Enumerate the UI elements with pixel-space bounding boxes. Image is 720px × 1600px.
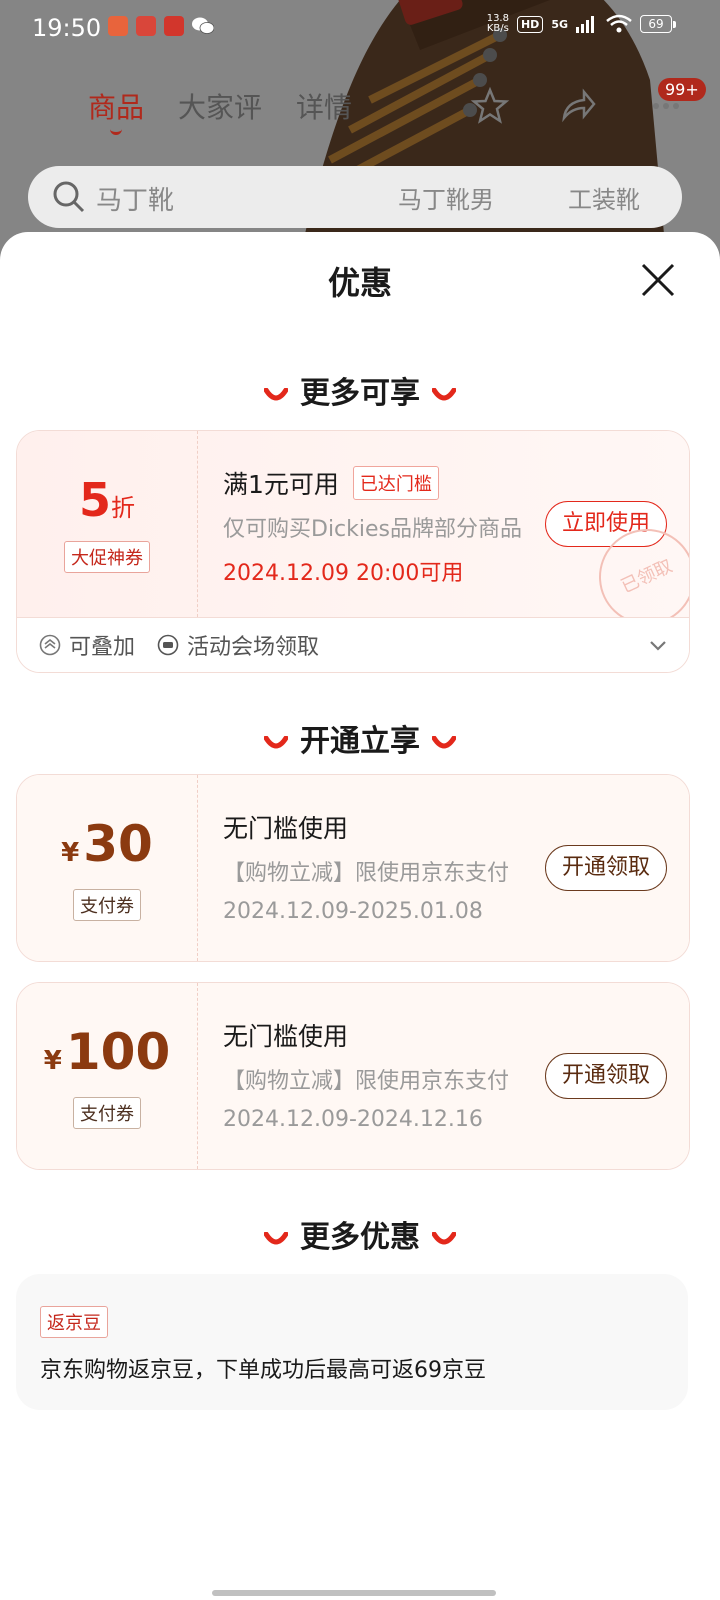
coupon-title: 无门槛使用	[223, 814, 349, 843]
venue-claim-info: 活动会场领取	[157, 629, 319, 661]
section-heading: 更多可享	[0, 368, 720, 412]
message-count-badge: 99+	[658, 78, 706, 101]
coupon-description: 【购物立减】限使用京东支付	[223, 1069, 510, 1094]
coupon-discount-value: 5	[78, 473, 111, 527]
coupon-description: 仅可购买Dickies品牌部分商品	[223, 517, 522, 542]
system-status: 13.8 KB/s HD 5G 69	[487, 14, 676, 34]
coupon-body: ¥30 支付券 无门槛使用 【购物立减】限使用京东支付 2024.12.09-2…	[17, 775, 689, 961]
header-actions	[470, 86, 686, 126]
coupon-info: 无门槛使用 【购物立减】限使用京东支付 2024.12.09-2024.12.1…	[223, 1017, 533, 1132]
ticket-icon	[157, 634, 179, 656]
app-notification-icon	[108, 16, 128, 36]
coupon-discount-unit: 折	[111, 494, 135, 522]
smile-decoration-icon	[432, 735, 456, 748]
currency-symbol: ¥	[43, 1045, 62, 1076]
coupon-title: 满1元可用	[223, 470, 339, 499]
section-heading-text: 更多优惠	[300, 1220, 420, 1255]
jingdou-tag: 返京豆	[40, 1306, 108, 1338]
hd-badge: HD	[516, 15, 544, 33]
coupon-amount: ¥100	[44, 1024, 170, 1089]
section-heading: 开通立享	[0, 716, 720, 760]
currency-symbol: ¥	[61, 837, 80, 868]
search-bar[interactable]: 马丁靴 马丁靴男 工装靴	[28, 166, 682, 228]
jingdou-promo-text: 京东购物返京豆，下单成功后最高可返69京豆	[40, 1358, 486, 1383]
activate-claim-button[interactable]: 开通领取	[544, 1053, 667, 1099]
battery-icon: 69	[640, 15, 676, 33]
home-indicator[interactable]	[212, 1590, 496, 1596]
stackable-info: 可叠加	[39, 629, 135, 661]
coupon-card: ¥100 支付券 无门槛使用 【购物立减】限使用京东支付 2024.12.09-…	[16, 982, 690, 1170]
wifi-icon	[606, 14, 632, 33]
search-icon	[53, 181, 85, 213]
notification-icons	[108, 16, 214, 36]
app-notification-icon	[164, 16, 184, 36]
coupon-value-block: ¥100 支付券	[17, 983, 197, 1169]
coupon-type-tag: 大促神券	[64, 541, 150, 573]
coupon-card: ¥30 支付券 无门槛使用 【购物立减】限使用京东支付 2024.12.09-2…	[16, 774, 690, 962]
coupon-amount: ¥30	[61, 816, 153, 881]
jingdou-promo-card: 返京豆 京东购物返京豆，下单成功后最高可返69京豆	[16, 1274, 688, 1410]
status-bar: 19:50 13.8 KB/s HD 5G 69	[0, 0, 720, 56]
coupon-title: 无门槛使用	[223, 1022, 349, 1051]
smile-decoration-icon	[432, 1231, 456, 1244]
coupon-type-tag: 支付券	[73, 1096, 141, 1129]
stackable-label: 可叠加	[69, 635, 136, 660]
signal-bars-icon	[576, 16, 594, 33]
smile-decoration-icon	[264, 735, 288, 748]
activate-claim-button[interactable]: 开通领取	[544, 845, 667, 891]
smile-decoration-icon	[264, 1231, 288, 1244]
discount-sheet: 优惠 更多可享 5折 大促神券 满1元可用 已达门槛 仅可购买Dickies品牌…	[0, 232, 720, 1600]
chevron-down-icon[interactable]	[647, 634, 669, 656]
coupon-divider	[197, 431, 198, 617]
threshold-met-badge: 已达门槛	[352, 466, 439, 500]
coupon-value-block: ¥30 支付券	[17, 775, 197, 961]
search-placeholder: 马丁靴	[96, 186, 175, 216]
section-heading: 更多优惠	[0, 1212, 720, 1256]
tab-product[interactable]: 商品	[88, 86, 144, 135]
signal-type: 5G	[551, 17, 568, 31]
coupon-info: 满1元可用 已达门槛 仅可购买Dickies品牌部分商品 2024.12.09 …	[223, 465, 533, 587]
stack-icon	[39, 634, 61, 656]
close-icon[interactable]	[638, 260, 678, 300]
coupon-date: 2024.12.09-2024.12.16	[223, 1107, 483, 1132]
coupon-body: 5折 大促神券 满1元可用 已达门槛 仅可购买Dickies品牌部分商品 202…	[17, 431, 689, 641]
coupon-title-row: 满1元可用 已达门槛	[223, 465, 533, 501]
coupon-divider	[197, 983, 198, 1169]
smile-decoration-icon	[432, 387, 456, 400]
coupon-card: 5折 大促神券 满1元可用 已达门槛 仅可购买Dickies品牌部分商品 202…	[16, 430, 690, 673]
network-speed-unit: KB/s	[486, 23, 509, 34]
tab-details[interactable]: 详情	[296, 86, 352, 126]
coupon-date: 2024.12.09-2025.01.08	[223, 899, 483, 924]
status-time: 19:50	[32, 14, 102, 42]
favorite-star-icon[interactable]	[470, 86, 510, 126]
battery-level: 69	[640, 15, 672, 33]
coupon-divider	[197, 775, 198, 961]
coupon-value-block: 5折 大促神券	[17, 431, 197, 617]
app-notification-icon	[136, 16, 156, 36]
section-heading-text: 开通立享	[300, 724, 420, 759]
venue-claim-label: 活动会场领取	[187, 635, 320, 660]
coupon-amount-value: 100	[65, 1022, 171, 1081]
coupon-info: 无门槛使用 【购物立减】限使用京东支付 2024.12.09-2025.01.0…	[223, 809, 533, 924]
coupon-discount: 5折	[79, 475, 135, 533]
coupon-description: 【购物立减】限使用京东支付	[223, 861, 510, 886]
search-suggestion-chip[interactable]: 马丁靴男	[398, 180, 494, 215]
coupon-footer: 可叠加 活动会场领取	[17, 617, 689, 672]
wechat-icon	[192, 17, 214, 34]
coupon-type-tag: 支付券	[73, 888, 141, 921]
network-speed: 13.8 KB/s	[487, 14, 509, 34]
search-suggestion-chip[interactable]: 工装靴	[568, 180, 640, 215]
coupon-body: ¥100 支付券 无门槛使用 【购物立减】限使用京东支付 2024.12.09-…	[17, 983, 689, 1169]
coupon-amount-value: 30	[83, 814, 153, 873]
share-icon[interactable]	[558, 86, 598, 126]
section-heading-text: 更多可享	[300, 376, 420, 411]
tab-reviews[interactable]: 大家评	[178, 86, 262, 126]
sheet-title: 优惠	[327, 264, 392, 302]
smile-decoration-icon	[264, 387, 288, 400]
product-tabs: 商品 大家评 详情	[88, 86, 352, 135]
coupon-date: 2024.12.09 20:00可用	[223, 561, 464, 586]
